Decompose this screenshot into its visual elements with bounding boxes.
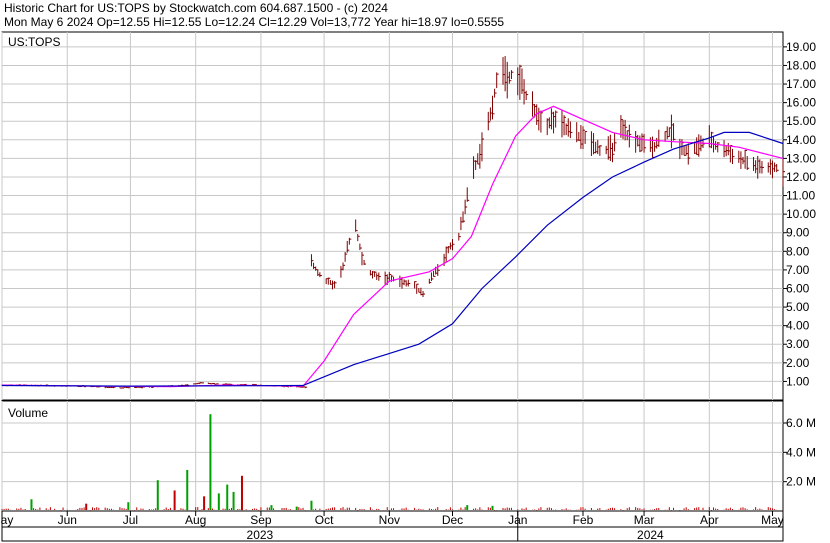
volume-spike-bar [30,499,33,510]
price-axis-ticks: 1.00 2.00 3.00 4.00 5.00 6.00 7.00 8.00 9.00 10.0… [783,40,816,388]
month-tick-label: Jun [58,513,77,527]
volume-spike-bar [156,480,159,510]
year-label: 2024 [637,528,664,542]
volume-panel-title: Volume [8,406,48,420]
volume-tick-label: 4.0 M [786,445,816,459]
volume-spike-bar [85,503,88,510]
price-tick-label: 14.00 [786,133,816,147]
volume-panel-frame [1,400,784,512]
month-tick-label: Nov [379,513,400,527]
price-tick-label: 18.00 [786,58,816,72]
month-tick-label: May [761,513,784,527]
volume-spike-bar [217,493,220,510]
volume-spike-bar [127,502,130,510]
historic-chart: 1.00 2.00 3.00 4.00 5.00 6.00 7.00 8.00 9.00 10.0… [0,31,816,542]
month-tick-label: May [0,513,13,527]
price-tick-label: 5.00 [786,300,810,314]
price-panel-title: US:TOPS [8,35,60,49]
volume-spike-bar [240,475,243,510]
volume-spike-bar [270,505,273,510]
price-tick-label: 2.00 [786,356,810,370]
price-tick-label: 8.00 [786,244,810,258]
price-tick-label: 17.00 [786,77,816,91]
month-tick-label: Dec [442,513,463,527]
month-tick-label: Feb [573,513,594,527]
month-tick-label: Apr [700,513,719,527]
price-tick-label: 9.00 [786,226,810,240]
volume-spike-bar [232,491,235,510]
price-tick-label: 7.00 [786,263,810,277]
price-tick-label: 4.00 [786,319,810,333]
price-tick-label: 6.00 [786,281,810,295]
price-tick-label: 15.00 [786,114,816,128]
volume-spike-bar [203,496,206,510]
price-tick-label: 12.00 [786,170,816,184]
price-tick-label: 19.00 [786,40,816,54]
volume-spike-bar [295,506,298,510]
month-tick-label: Sep [250,513,272,527]
month-tick-label: Aug [185,513,206,527]
price-tick-label: 10.00 [786,207,816,221]
volume-tick-label: 6.0 M [786,416,816,430]
price-panel-frame [1,31,784,401]
month-tick-label: Oct [315,513,334,527]
volume-spike-bar [173,490,176,510]
month-tick-label: Jul [123,513,138,527]
volume-tick-label: 2.0 M [786,475,816,489]
price-tick-label: 1.00 [786,374,810,388]
volume-axis-ticks: 2.0 M 4.0 M 6.0 M [783,416,816,489]
volume-spike-bar [310,500,313,510]
volume-spike-bar [226,484,229,510]
volume-spike-bar [491,505,494,510]
volume-spike-bar [209,414,212,510]
volume-spike-bar [186,469,189,510]
price-tick-label: 3.00 [786,337,810,351]
price-tick-label: 16.00 [786,96,816,110]
volume-spike-bar [466,505,469,510]
year-label: 2023 [247,528,274,542]
price-tick-label: 11.00 [786,189,815,203]
month-tick-label: Mar [634,513,655,527]
price-tick-label: 13.00 [786,151,816,165]
